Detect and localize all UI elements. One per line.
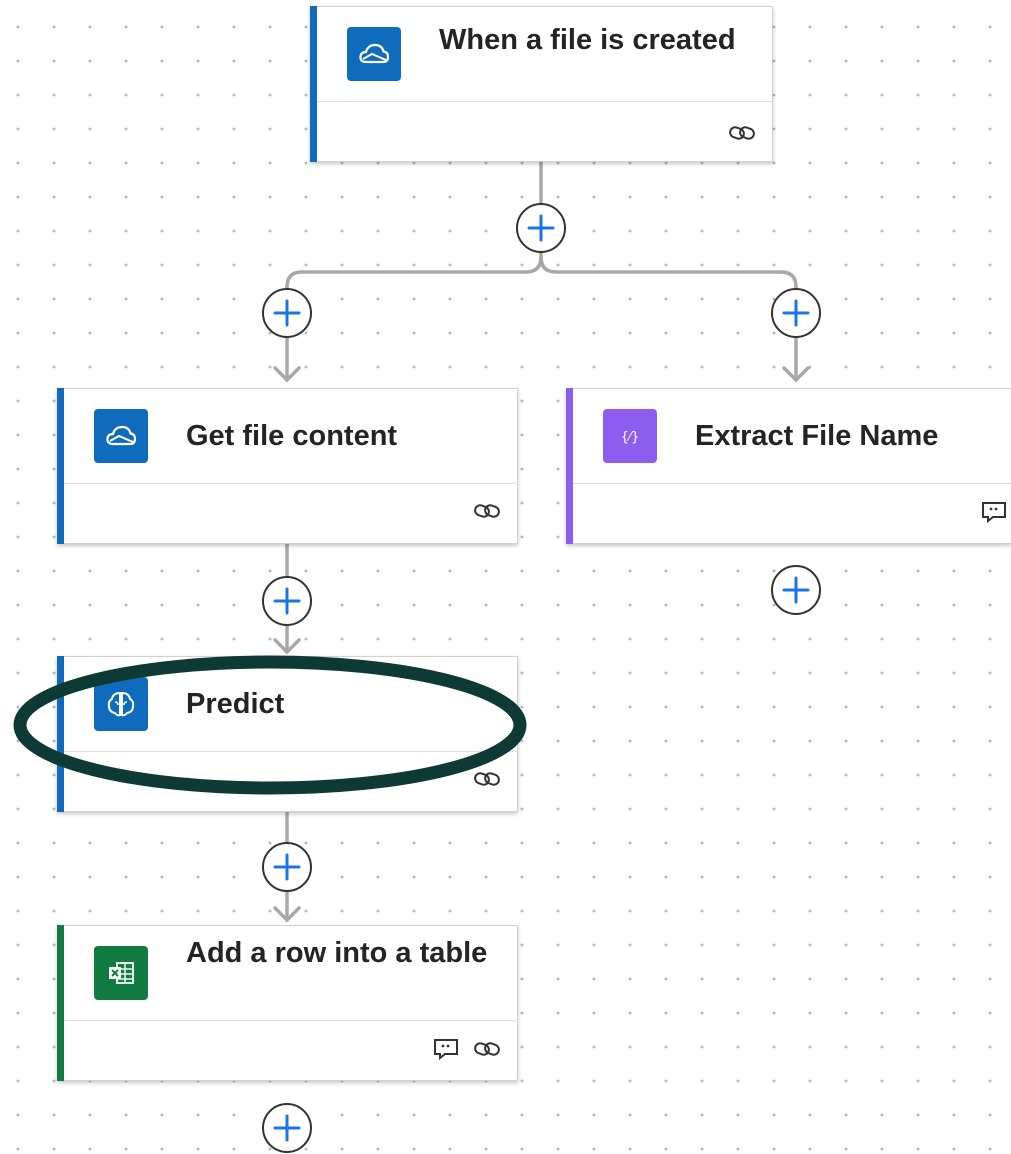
card-title: When a file is created <box>439 24 736 56</box>
card-title: Predict <box>186 688 285 720</box>
link-icon[interactable] <box>473 501 501 526</box>
ai-builder-brain-icon <box>94 677 148 731</box>
plus-icon <box>273 1114 301 1142</box>
plus-icon <box>782 299 810 327</box>
plus-icon <box>273 587 301 615</box>
plus-icon <box>527 214 555 242</box>
card-footer-icons <box>473 501 501 526</box>
card-footer-icons <box>473 769 501 794</box>
card-divider <box>64 1020 517 1021</box>
connector-branch-right <box>539 255 798 292</box>
card-footer-icons <box>433 1038 501 1065</box>
card-title: Get file content <box>186 420 398 452</box>
card-divider <box>64 483 517 484</box>
onedrive-cloud-icon <box>347 27 401 81</box>
card-accent-bar <box>57 656 64 812</box>
plus-icon <box>273 299 301 327</box>
plus-icon <box>782 576 810 604</box>
card-accent-bar <box>57 388 64 544</box>
data-operation-icon: {⁄} <box>603 409 657 463</box>
link-icon[interactable] <box>473 1039 501 1064</box>
connector-branch-left <box>285 248 543 292</box>
card-divider <box>573 483 1011 484</box>
card-title: Add a row into a table <box>186 937 488 969</box>
insert-step-button[interactable] <box>771 288 821 338</box>
comment-icon[interactable] <box>433 1038 459 1065</box>
insert-step-button[interactable] <box>262 576 312 626</box>
card-footer-icons <box>981 501 1007 528</box>
plus-icon <box>273 853 301 881</box>
action-card-predict[interactable]: Predict <box>57 656 518 812</box>
trigger-card-when-file-created[interactable]: When a file is created <box>310 6 773 162</box>
action-card-get-file-content[interactable]: Get file content <box>57 388 518 544</box>
card-accent-bar <box>566 388 573 544</box>
action-card-add-row-into-table[interactable]: Add a row into a table <box>57 925 518 1081</box>
flow-designer-canvas: When a file is created Get file content … <box>0 0 1011 1154</box>
card-accent-bar <box>57 925 64 1081</box>
svg-text:{⁄}: {⁄} <box>621 430 640 445</box>
link-icon[interactable] <box>728 123 756 148</box>
insert-step-button[interactable] <box>516 203 566 253</box>
excel-icon <box>94 946 148 1000</box>
card-footer-icons <box>728 123 756 148</box>
insert-step-button[interactable] <box>262 842 312 892</box>
insert-step-button[interactable] <box>771 565 821 615</box>
action-card-extract-file-name[interactable]: {⁄} Extract File Name <box>566 388 1011 544</box>
insert-step-button[interactable] <box>262 288 312 338</box>
link-icon[interactable] <box>473 769 501 794</box>
comment-icon[interactable] <box>981 501 1007 528</box>
card-accent-bar <box>310 6 317 162</box>
card-divider <box>64 751 517 752</box>
insert-step-button[interactable] <box>262 1103 312 1153</box>
card-title: Extract File Name <box>695 420 939 452</box>
card-divider <box>317 101 772 102</box>
onedrive-cloud-icon <box>94 409 148 463</box>
